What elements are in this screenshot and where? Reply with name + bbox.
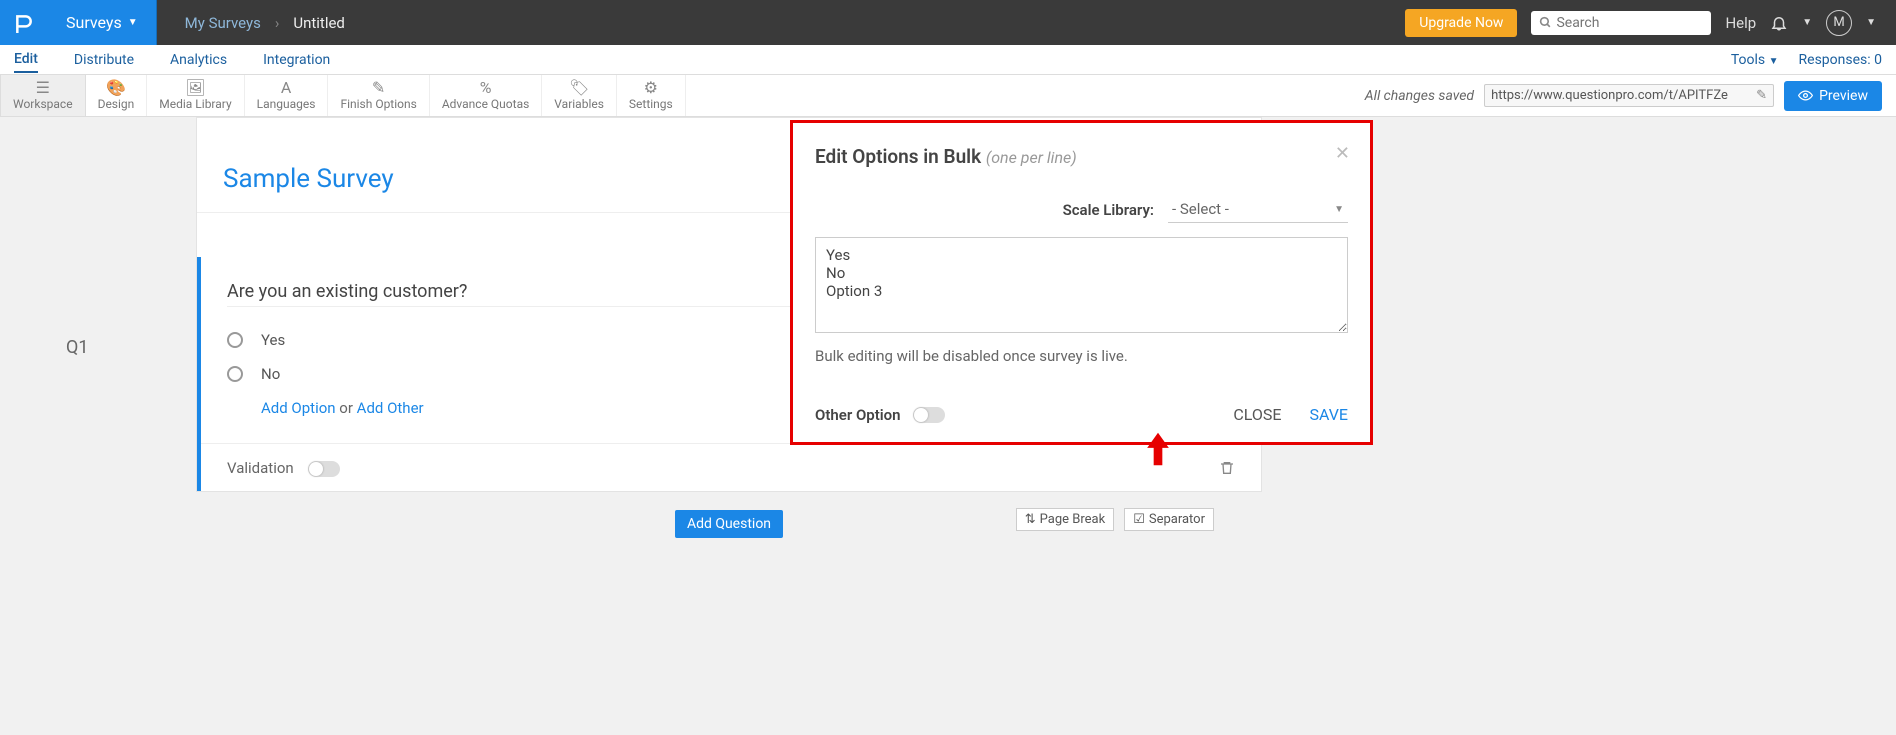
validation-label: Validation <box>227 459 294 477</box>
scale-library-select[interactable]: - Select - ▼ <box>1168 196 1348 223</box>
tab-integration[interactable]: Integration <box>263 48 330 72</box>
tool-languages[interactable]: A Languages <box>245 75 329 116</box>
toolbar-row: ☰ Workspace 🎨 Design 🖼 Media Library A L… <box>0 75 1896 117</box>
tab-distribute[interactable]: Distribute <box>74 48 134 72</box>
language-icon: A <box>281 80 291 96</box>
breadcrumb: My Surveys › Untitled <box>157 14 345 32</box>
search-icon <box>1539 16 1552 29</box>
add-other-link[interactable]: Add Other <box>357 399 424 417</box>
survey-url-input[interactable] <box>1491 88 1752 103</box>
surveys-dropdown[interactable]: Surveys ▼ <box>48 0 157 45</box>
arrow-up-icon <box>1145 432 1171 466</box>
or-text: or <box>336 399 357 417</box>
tool-workspace[interactable]: ☰ Workspace <box>0 75 86 116</box>
separator-button[interactable]: ☑Separator <box>1124 508 1214 531</box>
tool-design[interactable]: 🎨 Design <box>86 75 148 116</box>
option-label: No <box>261 365 280 383</box>
saved-status: All changes saved <box>1365 88 1474 104</box>
modal-save-button[interactable]: SAVE <box>1309 405 1348 424</box>
caret-down-icon: ▼ <box>1334 204 1344 215</box>
breadcrumb-my-surveys[interactable]: My Surveys <box>185 14 261 32</box>
caret-down-icon: ▼ <box>128 17 138 28</box>
sub-nav: Edit Distribute Analytics Integration To… <box>0 45 1896 75</box>
tool-settings[interactable]: ⚙ Settings <box>617 75 686 116</box>
palette-icon: 🎨 <box>106 80 126 96</box>
avatar-caret-icon[interactable]: ▼ <box>1866 17 1876 28</box>
search-input[interactable] <box>1556 15 1703 31</box>
page-break-icon: ⇅ <box>1025 512 1036 527</box>
avatar[interactable]: M <box>1826 10 1852 36</box>
tab-analytics[interactable]: Analytics <box>170 48 227 72</box>
tool-quotas[interactable]: % Advance Quotas <box>430 75 542 116</box>
option-label: Yes <box>261 331 285 349</box>
radio-icon[interactable] <box>227 332 243 348</box>
preview-button[interactable]: Preview <box>1784 81 1882 111</box>
bell-icon[interactable] <box>1770 14 1788 32</box>
workspace-icon: ☰ <box>36 80 50 96</box>
tab-edit[interactable]: Edit <box>14 47 38 73</box>
top-header: Surveys ▼ My Surveys › Untitled Upgrade … <box>0 0 1896 45</box>
other-option-toggle[interactable] <box>913 407 945 423</box>
breadcrumb-separator: › <box>275 14 280 32</box>
image-icon: 🖼 <box>185 80 205 96</box>
checkbox-icon: ☑ <box>1133 512 1145 527</box>
app-logo[interactable] <box>0 0 48 45</box>
validation-toggle[interactable] <box>308 461 340 477</box>
add-option-link[interactable]: Add Option <box>261 399 336 417</box>
quota-icon: % <box>480 80 492 96</box>
question-number-label: Q1 <box>66 337 89 358</box>
caret-down-icon: ▼ <box>1769 56 1779 67</box>
breadcrumb-current: Untitled <box>293 14 345 32</box>
tool-variables[interactable]: 🏷 Variables <box>542 75 617 116</box>
trash-icon[interactable] <box>1219 460 1235 476</box>
notif-caret-icon[interactable]: ▼ <box>1802 17 1812 28</box>
modal-title: Edit Options in Bulk (one per line) <box>815 145 1077 168</box>
add-question-button-bottom[interactable]: Add Question <box>675 510 783 538</box>
survey-url-box: ✎ <box>1484 84 1774 107</box>
tool-finish[interactable]: ✎ Finish Options <box>328 75 429 116</box>
modal-close-button[interactable]: CLOSE <box>1233 405 1281 424</box>
other-option-label: Other Option <box>815 406 901 424</box>
bulk-edit-modal: Edit Options in Bulk (one per line) ✕ Sc… <box>790 120 1373 445</box>
responses-link[interactable]: Responses: 0 <box>1799 52 1882 68</box>
upgrade-button[interactable]: Upgrade Now <box>1405 9 1517 37</box>
gear-icon: ⚙ <box>644 80 658 96</box>
tool-media[interactable]: 🖼 Media Library <box>147 75 244 116</box>
surveys-label: Surveys <box>66 13 122 32</box>
pencil-icon[interactable]: ✎ <box>1756 88 1767 103</box>
eye-icon <box>1798 88 1813 103</box>
wand-icon: ✎ <box>372 80 385 96</box>
help-link[interactable]: Help <box>1725 14 1756 32</box>
tools-dropdown[interactable]: Tools ▼ <box>1731 52 1779 68</box>
bulk-options-textarea[interactable] <box>815 237 1348 333</box>
search-box[interactable] <box>1531 11 1711 35</box>
scale-library-label: Scale Library: <box>1063 201 1154 219</box>
radio-icon[interactable] <box>227 366 243 382</box>
close-icon[interactable]: ✕ <box>1335 143 1350 164</box>
bulk-disable-message: Bulk editing will be disabled once surve… <box>815 347 1348 365</box>
tag-icon: 🏷 <box>569 80 589 96</box>
page-break-button[interactable]: ⇅Page Break <box>1016 508 1114 531</box>
